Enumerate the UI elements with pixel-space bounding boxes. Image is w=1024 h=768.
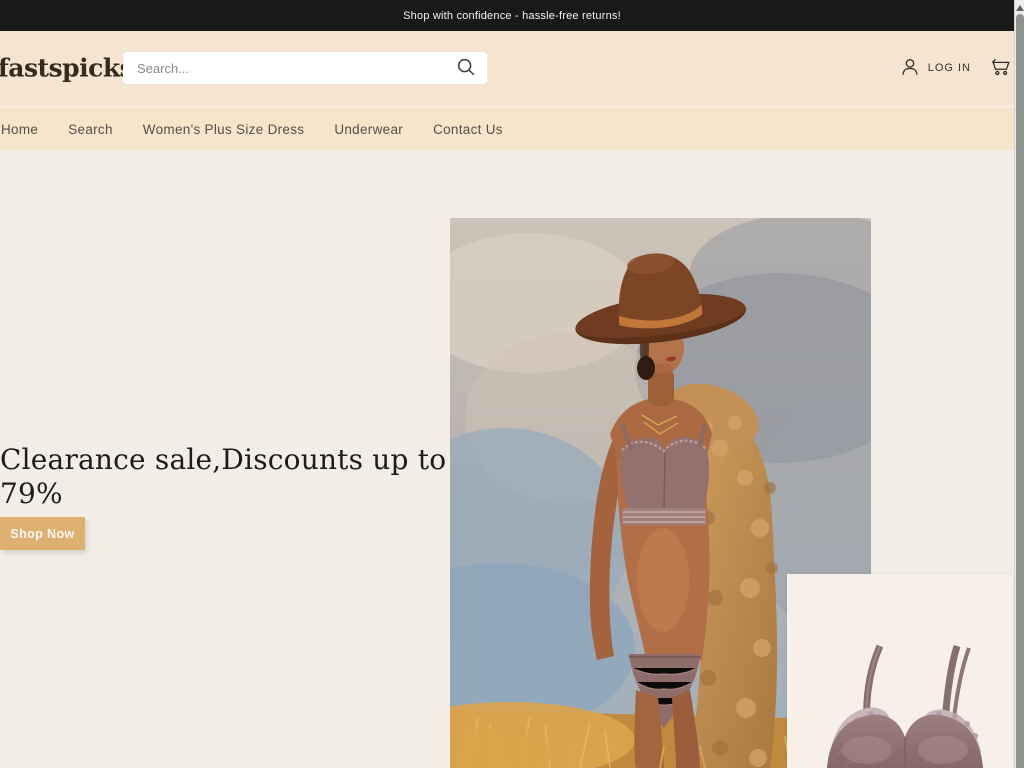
nav-item-underwear[interactable]: Underwear — [334, 122, 403, 137]
login-link[interactable]: LOG IN — [928, 62, 971, 74]
scrollbar-thumb[interactable] — [1016, 14, 1024, 768]
nav-item-home[interactable]: Home — [1, 122, 38, 137]
hero-heading: Clearance sale,Discounts up to 79% — [0, 443, 460, 510]
cart-icon — [990, 56, 1012, 81]
shop-now-button[interactable]: Shop Now — [0, 517, 85, 550]
cart-button[interactable] — [990, 56, 1012, 81]
scrollbar-up-arrow[interactable] — [1016, 4, 1024, 12]
search-icon — [455, 56, 477, 81]
search-input[interactable] — [123, 52, 487, 84]
header: fastspicks LOG IN — [0, 31, 1024, 105]
nav-item-contact-us[interactable]: Contact Us — [433, 122, 503, 137]
product-image-bra — [787, 574, 1013, 768]
main-nav: Home Search Women's Plus Size Dress Unde… — [0, 105, 1024, 150]
nav-item-womens-plus-size-dress[interactable]: Women's Plus Size Dress — [143, 122, 305, 137]
person-icon — [899, 56, 921, 81]
account-area: LOG IN — [899, 31, 1012, 105]
search-submit-button[interactable] — [453, 55, 479, 81]
page-scrollbar[interactable] — [1014, 0, 1024, 768]
store-logo[interactable]: fastspicks — [0, 54, 133, 83]
account-button[interactable] — [899, 56, 921, 81]
nav-item-search[interactable]: Search — [68, 122, 113, 137]
announcement-bar: Shop with confidence - hassle-free retur… — [0, 0, 1024, 31]
search-bar — [123, 52, 487, 84]
announcement-text: Shop with confidence - hassle-free retur… — [403, 10, 621, 22]
hero-section: Clearance sale,Discounts up to 79% Shop … — [0, 150, 1024, 768]
